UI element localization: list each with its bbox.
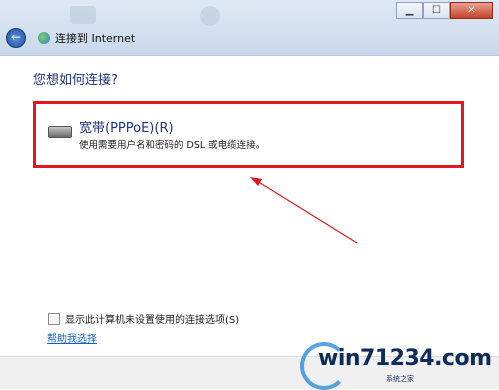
window-titlebar: ▁ ☐ ✕ ← 连接到 Internet xyxy=(0,0,499,56)
minimize-button[interactable]: ▁ xyxy=(396,2,423,19)
show-all-options-row[interactable]: 显示此计算机未设置使用的连接选项(S) xyxy=(48,311,239,326)
watermark-subtext: 系统之家 xyxy=(386,375,414,383)
wizard-content: 您想如何连接? 宽带(PPPoE)(R) 使用需要用户名和密码的 DSL 或电缆… xyxy=(0,56,499,356)
window-controls: ▁ ☐ ✕ xyxy=(396,2,493,19)
watermark-text: win71234.com xyxy=(318,346,492,371)
wizard-title: 连接到 Internet xyxy=(55,32,136,45)
maximize-button[interactable]: ☐ xyxy=(423,2,450,19)
close-button[interactable]: ✕ xyxy=(450,2,493,19)
show-all-options-checkbox[interactable] xyxy=(48,312,60,325)
background-globe-icon xyxy=(200,6,220,26)
checkbox-label: 显示此计算机未设置使用的连接选项(S) xyxy=(65,315,240,326)
internet-globe-icon xyxy=(38,32,50,44)
nav-row: ← 连接到 Internet xyxy=(6,28,135,48)
help-me-choose-link[interactable]: 帮助我选择 xyxy=(47,330,97,345)
arrow-line xyxy=(256,180,358,244)
site-watermark: win71234.com 系统之家 xyxy=(300,334,499,390)
background-network-icon xyxy=(70,6,96,24)
arrow-head xyxy=(250,177,262,186)
back-button[interactable]: ← xyxy=(6,28,26,48)
